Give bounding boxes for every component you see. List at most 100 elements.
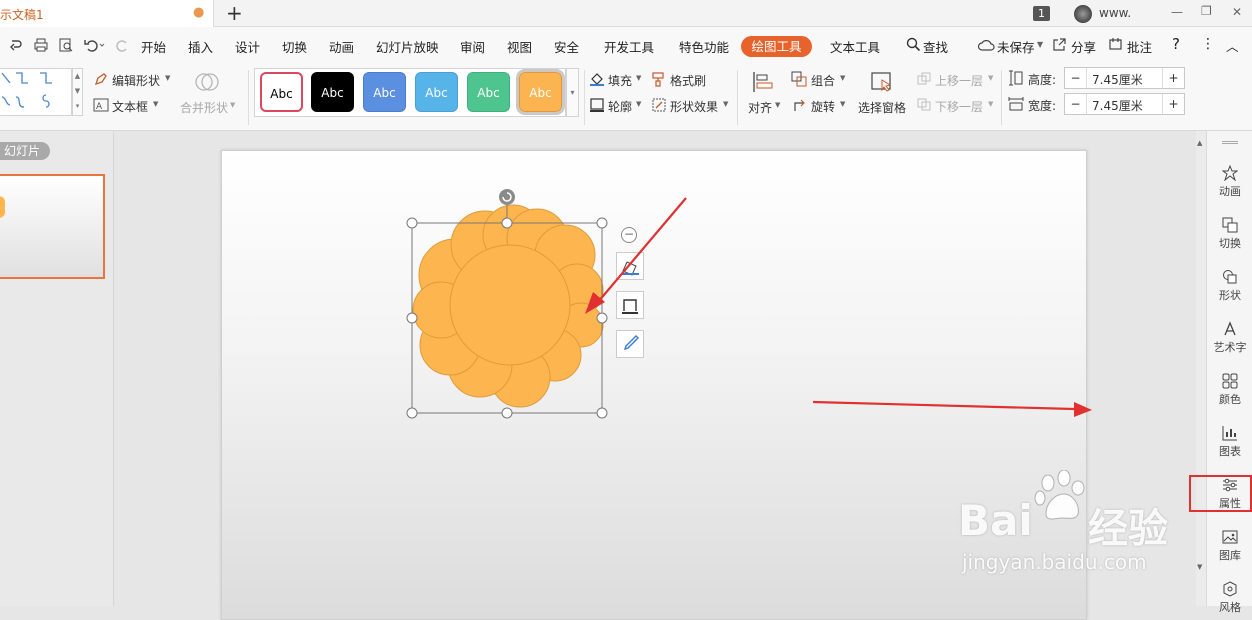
sidebar-item-shape[interactable]: 形状 <box>1207 269 1252 303</box>
send-backward-button[interactable]: 下移一层 <box>935 98 983 115</box>
text-box-dropdown-icon[interactable]: ▼ <box>153 100 158 108</box>
menu-view[interactable]: 视图 <box>507 37 532 56</box>
gallery-scroll[interactable]: ▲ ▼ ▾ <box>72 68 83 116</box>
share-label[interactable]: 分享 <box>1071 37 1096 56</box>
width-decrease-button[interactable]: − <box>1065 94 1087 114</box>
user-name[interactable]: www. <box>1099 6 1131 20</box>
outline-dropdown-icon[interactable]: ▼ <box>636 100 641 108</box>
cloud-icon[interactable] <box>977 38 995 52</box>
comment-icon[interactable] <box>1108 37 1123 52</box>
height-increase-button[interactable]: + <box>1162 68 1184 88</box>
merge-shape-button[interactable]: 合并形状 <box>180 99 228 116</box>
width-label: 宽度: <box>1028 99 1057 113</box>
style-sample-5[interactable]: Abc <box>467 72 510 112</box>
print-preview-icon[interactable] <box>58 37 74 53</box>
connector-gallery[interactable] <box>0 68 72 116</box>
more-button[interactable]: ⋮ <box>1201 36 1215 52</box>
menu-features[interactable]: 特色功能 <box>679 37 729 56</box>
unsaved-dot-icon: ● <box>193 5 205 20</box>
shape-effect-button[interactable]: 形状效果 <box>670 98 718 115</box>
menu-design[interactable]: 设计 <box>235 37 260 56</box>
style-sample-1[interactable]: Abc <box>260 72 303 112</box>
fill-button[interactable]: 填充 <box>608 72 632 89</box>
merge-shape-dropdown-icon[interactable]: ▼ <box>230 101 235 109</box>
sidebar-item-style[interactable]: 风格 <box>1207 581 1252 615</box>
slide-thumbnail[interactable] <box>0 174 105 279</box>
rotate-handle[interactable] <box>499 189 515 205</box>
fill-dropdown-icon[interactable]: ▼ <box>636 74 641 82</box>
send-backward-dropdown-icon[interactable]: ▼ <box>988 100 993 108</box>
selection-pane-icon <box>871 72 892 92</box>
menu-developer[interactable]: 开发工具 <box>604 37 654 56</box>
align-dropdown-icon[interactable]: ▼ <box>775 101 780 109</box>
bring-forward-button[interactable]: 上移一层 <box>935 72 983 89</box>
group-button[interactable]: 组合 <box>811 72 835 89</box>
style-sample-3[interactable]: Abc <box>363 72 406 112</box>
height-value[interactable]: 7.45厘米 <box>1092 71 1143 88</box>
group-dropdown-icon[interactable]: ▼ <box>840 74 845 82</box>
search-label[interactable]: 查找 <box>923 37 948 56</box>
sidebar-item-gallery[interactable]: 图库 <box>1207 529 1252 563</box>
menu-security[interactable]: 安全 <box>554 37 579 56</box>
share-icon[interactable] <box>1052 37 1067 52</box>
redo-icon[interactable] <box>8 37 24 53</box>
help-button[interactable]: ? <box>1172 35 1180 53</box>
edit-shape-button[interactable]: 编辑形状 <box>112 72 160 89</box>
outline-button[interactable]: 轮廓 <box>608 98 632 115</box>
scroll-up-icon[interactable]: ▲ <box>1197 139 1202 147</box>
search-icon[interactable] <box>906 37 921 52</box>
edit-shape-dropdown-icon[interactable]: ▼ <box>165 74 170 82</box>
height-decrease-button[interactable]: − <box>1065 68 1087 88</box>
arrow-to-sidebar <box>812 400 1075 411</box>
align-button[interactable]: 对齐 <box>748 99 772 116</box>
selection-pane-button[interactable]: 选择窗格 <box>858 99 906 116</box>
minimize-button[interactable]: — <box>1171 5 1183 19</box>
arrow-to-sidebar-head <box>1074 402 1092 417</box>
comment-label[interactable]: 批注 <box>1127 37 1152 56</box>
sidebar-item-label: 艺术字 <box>1213 341 1247 354</box>
style-sample-6[interactable]: Abc <box>516 69 565 115</box>
print-icon[interactable] <box>33 37 49 53</box>
width-value[interactable]: 7.45厘米 <box>1092 97 1143 114</box>
avatar[interactable] <box>1074 5 1092 23</box>
menu-text-tools[interactable]: 文本工具 <box>830 37 880 56</box>
width-stepper[interactable]: − 7.45厘米 + <box>1064 93 1185 115</box>
sidebar-item-label: 形状 <box>1219 289 1241 302</box>
menu-animation[interactable]: 动画 <box>329 37 354 56</box>
collapse-ribbon-button[interactable]: ︿ <box>1226 36 1239 55</box>
shape-effect-dropdown-icon[interactable]: ▼ <box>723 100 728 108</box>
sidebar-item-chart[interactable]: 图表 <box>1207 425 1252 459</box>
new-tab-button[interactable]: + <box>226 1 243 25</box>
restore-button[interactable]: ❐ <box>1201 4 1212 18</box>
style-icon <box>1223 581 1237 597</box>
sidebar-item-transition[interactable]: 切换 <box>1207 217 1252 251</box>
sidebar-item-animation[interactable]: 动画 <box>1207 165 1252 199</box>
unsaved-status[interactable]: 未保存 <box>997 37 1035 56</box>
bring-forward-dropdown-icon[interactable]: ▼ <box>988 74 993 82</box>
menu-insert[interactable]: 插入 <box>188 37 213 56</box>
rotate-button[interactable]: 旋转 <box>811 98 835 115</box>
style-gallery-scroll[interactable]: ▾ <box>566 68 579 117</box>
menu-start[interactable]: 开始 <box>141 37 166 56</box>
text-box-button[interactable]: 文本框 <box>112 98 148 115</box>
format-brush-button[interactable]: 格式刷 <box>670 72 706 89</box>
sidebar-grip <box>1222 141 1238 144</box>
menu-slideshow[interactable]: 幻灯片放映 <box>376 37 439 56</box>
height-stepper[interactable]: − 7.45厘米 + <box>1064 67 1185 89</box>
tab-drawing-tools[interactable]: 绘图工具 <box>741 36 812 57</box>
sidebar-item-wordart[interactable]: 艺术字 <box>1207 321 1252 355</box>
sidebar-item-color[interactable]: 颜色 <box>1207 373 1252 407</box>
unsaved-dropdown-icon[interactable]: ▼ <box>1037 40 1043 49</box>
style-sample-2[interactable]: Abc <box>311 72 354 112</box>
menu-transition[interactable]: 切换 <box>282 37 307 56</box>
width-increase-button[interactable]: + <box>1162 94 1184 114</box>
vertical-scrollbar[interactable]: ▲ ▼ <box>1196 131 1206 606</box>
menu-review[interactable]: 审阅 <box>460 37 485 56</box>
close-button[interactable]: ✕ <box>1232 5 1242 19</box>
style-sample-4[interactable]: Abc <box>415 72 458 112</box>
undo-icon[interactable] <box>83 37 105 53</box>
scroll-down-icon[interactable]: ▼ <box>1197 563 1202 571</box>
slide-panel-label: 幻灯片 <box>0 142 50 160</box>
rotate-dropdown-icon[interactable]: ▼ <box>840 100 845 108</box>
document-tab[interactable]: 演示文稿1 ● <box>0 0 214 27</box>
